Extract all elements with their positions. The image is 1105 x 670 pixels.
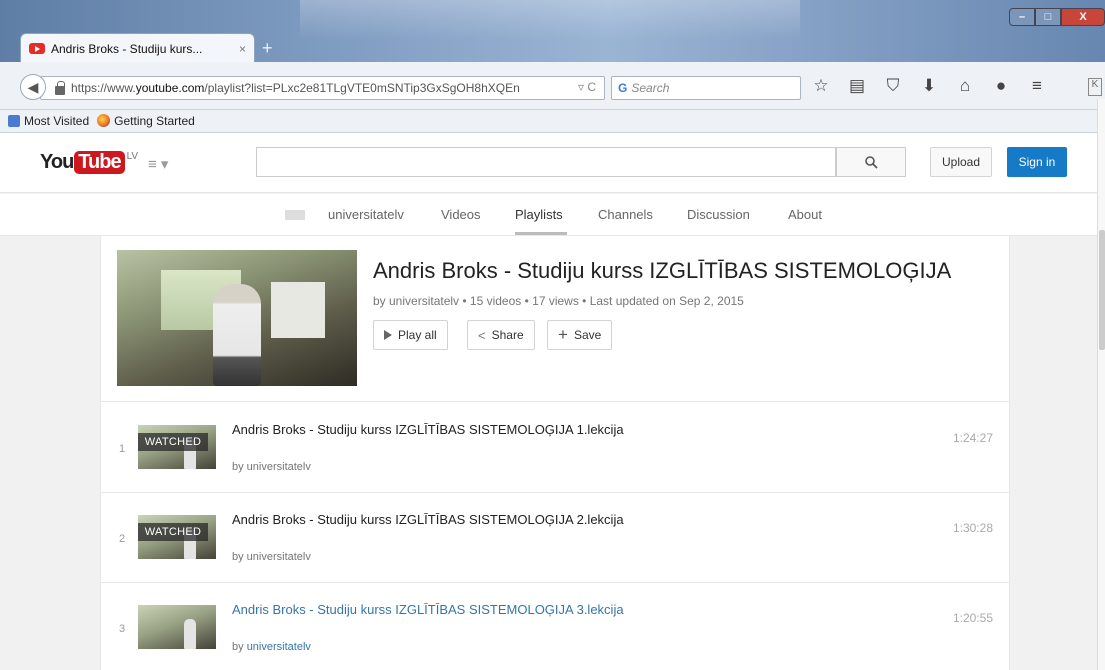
share-icon: <	[478, 327, 486, 343]
reading-list-icon[interactable]: ▤	[846, 76, 868, 96]
browser-toolbar: ☆ ▤ ⛉ ⬇ ⌂ ● ≡	[810, 76, 1048, 96]
home-icon[interactable]: ⌂	[954, 76, 976, 96]
video-index: 3	[119, 623, 126, 635]
video-thumbnail[interactable]: WATCHED	[138, 515, 216, 559]
tab-channels[interactable]: Channels	[598, 207, 653, 222]
masthead: You Tube LV ≡ ▾ Upload Sign in	[0, 133, 1100, 193]
youtube-search-input[interactable]	[256, 147, 836, 177]
google-search-icon: G	[618, 81, 628, 95]
back-button[interactable]: ◀	[20, 74, 46, 100]
video-author[interactable]: by universitatelv	[232, 461, 311, 473]
playlist-header: Andris Broks - Studiju kurss IZGLĪTĪBAS …	[101, 236, 1009, 402]
video-thumbnail[interactable]: WATCHED	[138, 425, 216, 469]
close-window-button[interactable]: X	[1061, 8, 1105, 26]
chat-icon[interactable]: ●	[990, 76, 1012, 96]
url-text: https://www.youtube.com/playlist?list=PL…	[71, 81, 520, 95]
url-controls[interactable]: ▿ C	[578, 80, 596, 94]
video-row[interactable]: 1 WATCHED Andris Broks - Studiju kurss I…	[101, 403, 1009, 493]
bookmark-star-icon[interactable]: ☆	[810, 76, 832, 96]
minimize-button[interactable]: –	[1009, 8, 1035, 26]
playlist-thumbnail[interactable]	[117, 250, 357, 386]
watched-badge: WATCHED	[138, 433, 208, 451]
video-row[interactable]: 2 WATCHED Andris Broks - Studiju kurss I…	[101, 493, 1009, 583]
side-key[interactable]: K	[1088, 78, 1102, 96]
tab-playlists[interactable]: Playlists	[515, 207, 563, 222]
video-thumbnail[interactable]	[138, 605, 216, 649]
tab-discussion[interactable]: Discussion	[687, 207, 750, 222]
most-visited-icon	[8, 115, 20, 127]
new-tab-button[interactable]: +	[262, 38, 273, 59]
video-index: 2	[119, 533, 126, 545]
channel-tabs: universitatelv Videos Playlists Channels…	[0, 194, 1100, 236]
upload-button[interactable]: Upload	[930, 147, 992, 177]
browser-navbar: https://www.youtube.com/playlist?list=PL…	[0, 62, 1105, 110]
video-author: by universitatelv	[232, 641, 311, 653]
video-title[interactable]: Andris Broks - Studiju kurss IZGLĪTĪBAS …	[232, 511, 652, 528]
thumb-figure	[184, 619, 196, 649]
tab-channel-name[interactable]: universitatelv	[328, 207, 404, 222]
sign-in-button[interactable]: Sign in	[1007, 147, 1067, 177]
window-controls: – □ X	[1009, 8, 1105, 26]
maximize-button[interactable]: □	[1035, 8, 1061, 26]
active-tab-underline	[515, 232, 567, 235]
author-link[interactable]: universitatelv	[247, 641, 311, 653]
tab-about[interactable]: About	[788, 207, 822, 222]
download-icon[interactable]: ⬇	[918, 76, 940, 96]
video-duration: 1:20:55	[952, 611, 993, 625]
watched-badge: WATCHED	[138, 523, 208, 541]
youtube-page: You Tube LV ≡ ▾ Upload Sign in universit…	[0, 133, 1105, 670]
browser-titlebar: Andris Broks - Studiju kurs... × + – □ X	[0, 0, 1105, 63]
playlist-title: Andris Broks - Studiju kurss IZGLĪTĪBAS …	[373, 258, 952, 283]
tab-title: Andris Broks - Studiju kurs...	[51, 41, 203, 56]
thumb-board	[271, 282, 325, 338]
playlist-meta: by universitatelv • 15 videos • 17 views…	[373, 294, 744, 308]
plus-icon: +	[558, 325, 568, 344]
video-row[interactable]: 3 Andris Broks - Studiju kurss IZGLĪTĪBA…	[101, 583, 1009, 670]
video-title[interactable]: Andris Broks - Studiju kurss IZGLĪTĪBAS …	[232, 421, 652, 438]
tab-close-icon[interactable]: ×	[239, 42, 246, 56]
page-scrollbar[interactable]	[1097, 99, 1105, 670]
titlebar-glass	[300, 0, 800, 40]
scrollbar-thumb[interactable]	[1099, 230, 1105, 350]
video-duration: 1:30:28	[952, 521, 993, 535]
video-title[interactable]: Andris Broks - Studiju kurss IZGLĪTĪBAS …	[232, 601, 652, 618]
video-duration: 1:24:27	[952, 431, 993, 445]
menu-icon[interactable]: ≡	[1026, 76, 1048, 96]
bookmark-most-visited[interactable]: Most Visited	[8, 114, 89, 128]
video-index: 1	[119, 443, 126, 455]
play-all-button[interactable]: Play all	[373, 320, 448, 350]
browser-search-input[interactable]: G Search	[611, 76, 801, 100]
tab-videos[interactable]: Videos	[441, 207, 481, 222]
pocket-icon[interactable]: ⛉	[882, 76, 904, 96]
search-button[interactable]	[836, 147, 906, 177]
video-author[interactable]: by universitatelv	[232, 551, 311, 563]
thumb-lecturer	[213, 284, 261, 386]
save-button[interactable]: + Save	[547, 320, 613, 350]
search-icon	[864, 155, 878, 169]
share-button[interactable]: < Share	[467, 320, 535, 350]
url-bar[interactable]: https://www.youtube.com/playlist?list=PL…	[40, 76, 605, 100]
lock-icon	[55, 80, 65, 95]
play-icon	[384, 330, 392, 340]
browser-tab[interactable]: Andris Broks - Studiju kurs... ×	[20, 33, 255, 63]
channel-avatar[interactable]	[285, 210, 305, 220]
guide-menu-icon[interactable]: ≡ ▾	[148, 155, 168, 173]
youtube-favicon-icon	[29, 43, 45, 54]
bookmarks-bar: Most Visited Getting Started	[0, 110, 1105, 133]
youtube-logo[interactable]: You Tube LV	[40, 151, 138, 174]
firefox-icon	[97, 114, 111, 127]
bookmark-getting-started[interactable]: Getting Started	[97, 114, 195, 128]
playlist-content: Andris Broks - Studiju kurss IZGLĪTĪBAS …	[100, 236, 1010, 670]
search-placeholder: Search	[631, 81, 670, 95]
